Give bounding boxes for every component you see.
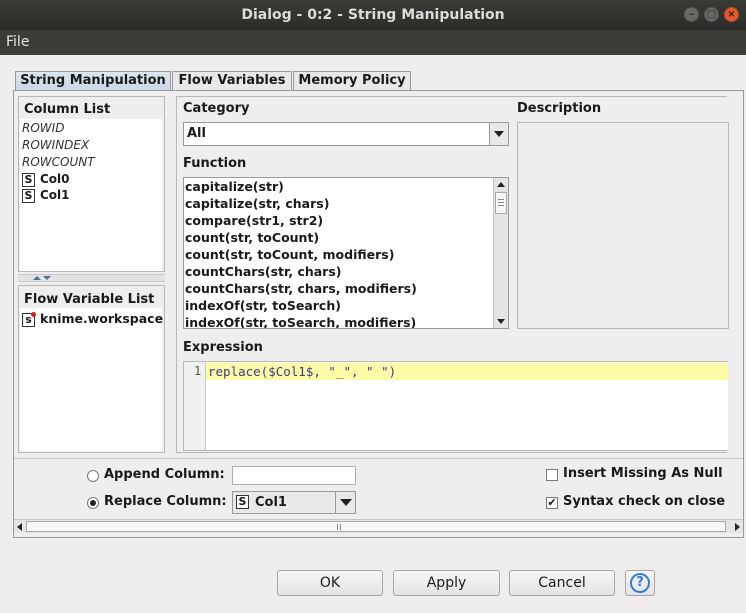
maximize-icon[interactable]: □ bbox=[704, 7, 719, 22]
radio-selected-dot bbox=[90, 500, 96, 506]
list-item-rowindex[interactable]: ROWINDEX bbox=[22, 138, 89, 152]
menu-bar: File bbox=[0, 30, 746, 55]
flow-variable-list-title: Flow Variable List bbox=[24, 292, 155, 307]
horizontal-scrollbar[interactable] bbox=[14, 519, 743, 533]
function-items: capitalize(str) capitalize(str, chars) c… bbox=[185, 178, 417, 328]
window-title: Dialog - 0:2 - String Manipulation bbox=[241, 7, 505, 23]
list-item[interactable]: countChars(str, chars) bbox=[185, 263, 417, 280]
checkmark-icon: ✔ bbox=[547, 496, 557, 509]
cancel-button[interactable]: Cancel bbox=[509, 570, 615, 596]
list-item-rowcount[interactable]: ROWCOUNT bbox=[22, 155, 95, 169]
options-divider bbox=[14, 458, 743, 459]
list-item-knime-workspace[interactable]: s knime.workspace bbox=[22, 311, 163, 327]
tab-memory-policy[interactable]: Memory Policy bbox=[293, 71, 411, 91]
append-column-input[interactable] bbox=[232, 466, 356, 485]
replace-column-value: Col1 bbox=[255, 495, 287, 510]
list-item[interactable]: count(str, toCount) bbox=[185, 229, 417, 246]
flow-variable-list bbox=[20, 308, 162, 451]
category-label: Category bbox=[183, 101, 250, 116]
expression-editor[interactable]: 1 replace($Col1$, "_", " ") bbox=[183, 361, 728, 451]
flow-variable-dot-icon bbox=[31, 311, 36, 317]
flow-variable-name: knime.workspace bbox=[40, 311, 164, 326]
help-button[interactable]: ? bbox=[625, 570, 655, 596]
scroll-down-icon[interactable] bbox=[497, 319, 505, 324]
insert-missing-checkbox[interactable] bbox=[546, 469, 558, 481]
tab-flow-variables[interactable]: Flow Variables bbox=[172, 71, 292, 91]
function-label: Function bbox=[183, 156, 247, 171]
scroll-up-icon[interactable] bbox=[497, 182, 505, 187]
append-column-radio[interactable] bbox=[87, 470, 99, 482]
list-item-rowid[interactable]: ROWID bbox=[22, 121, 64, 135]
string-type-icon: S bbox=[22, 188, 35, 203]
expression-code[interactable]: replace($Col1$, "_", " ") bbox=[208, 364, 396, 379]
chevron-down-icon bbox=[494, 131, 504, 137]
list-item[interactable]: indexOf(str, toSearch, modifiers) bbox=[185, 314, 417, 328]
window-titlebar: Dialog - 0:2 - String Manipulation bbox=[0, 0, 746, 30]
list-item[interactable]: compare(str1, str2) bbox=[185, 212, 417, 229]
line-number: 1 bbox=[194, 364, 202, 378]
list-item[interactable]: capitalize(str, chars) bbox=[185, 195, 417, 212]
column-name: Col1 bbox=[40, 188, 70, 202]
category-select[interactable]: All bbox=[183, 122, 509, 146]
chevron-down-icon bbox=[340, 499, 352, 506]
category-dropdown-button[interactable] bbox=[489, 123, 508, 145]
description-label: Description bbox=[517, 101, 602, 116]
replace-column-radio[interactable] bbox=[87, 497, 99, 509]
column-name: Col0 bbox=[40, 172, 70, 186]
expression-label: Expression bbox=[183, 340, 263, 355]
category-value: All bbox=[187, 126, 206, 141]
ok-button[interactable]: OK bbox=[277, 570, 383, 596]
string-type-icon: S bbox=[236, 495, 249, 509]
menu-file[interactable]: File bbox=[6, 34, 29, 50]
list-item[interactable]: countChars(str, chars, modifiers) bbox=[185, 280, 417, 297]
insert-missing-label: Insert Missing As Null bbox=[563, 466, 723, 481]
function-list[interactable]: capitalize(str) capitalize(str, chars) c… bbox=[183, 177, 509, 329]
column-list-title: Column List bbox=[24, 102, 111, 117]
scroll-right-icon[interactable] bbox=[735, 523, 740, 531]
collapse-down-icon[interactable] bbox=[43, 276, 51, 280]
list-item-col0[interactable]: S Col0 bbox=[22, 172, 70, 187]
list-item[interactable]: count(str, toCount, modifiers) bbox=[185, 246, 417, 263]
minimize-icon[interactable]: – bbox=[684, 7, 699, 22]
line-number-gutter: 1 bbox=[184, 362, 206, 450]
replace-dropdown-button[interactable] bbox=[335, 492, 355, 513]
list-item-col1[interactable]: S Col1 bbox=[22, 188, 70, 203]
split-divider[interactable] bbox=[18, 274, 165, 282]
replace-column-label: Replace Column: bbox=[104, 494, 227, 509]
description-area bbox=[517, 122, 729, 329]
syntax-check-checkbox[interactable]: ✔ bbox=[546, 497, 558, 509]
scroll-thumb[interactable] bbox=[26, 521, 726, 532]
flow-variable-icon: s bbox=[22, 311, 36, 327]
collapse-up-icon[interactable] bbox=[33, 276, 41, 280]
close-icon[interactable]: × bbox=[724, 7, 739, 22]
syntax-check-label: Syntax check on close bbox=[563, 494, 726, 509]
scroll-left-icon[interactable] bbox=[17, 523, 22, 531]
apply-button[interactable]: Apply bbox=[393, 570, 500, 596]
help-icon: ? bbox=[630, 573, 650, 593]
scroll-thumb[interactable] bbox=[495, 192, 507, 214]
list-item[interactable]: capitalize(str) bbox=[185, 178, 417, 195]
replace-column-select[interactable]: S Col1 bbox=[232, 491, 356, 514]
function-scrollbar[interactable] bbox=[493, 178, 508, 328]
string-type-icon: S bbox=[22, 172, 35, 187]
tab-string-manipulation[interactable]: String Manipulation bbox=[15, 71, 171, 92]
list-item[interactable]: indexOf(str, toSearch) bbox=[185, 297, 417, 314]
append-column-label: Append Column: bbox=[104, 467, 225, 482]
